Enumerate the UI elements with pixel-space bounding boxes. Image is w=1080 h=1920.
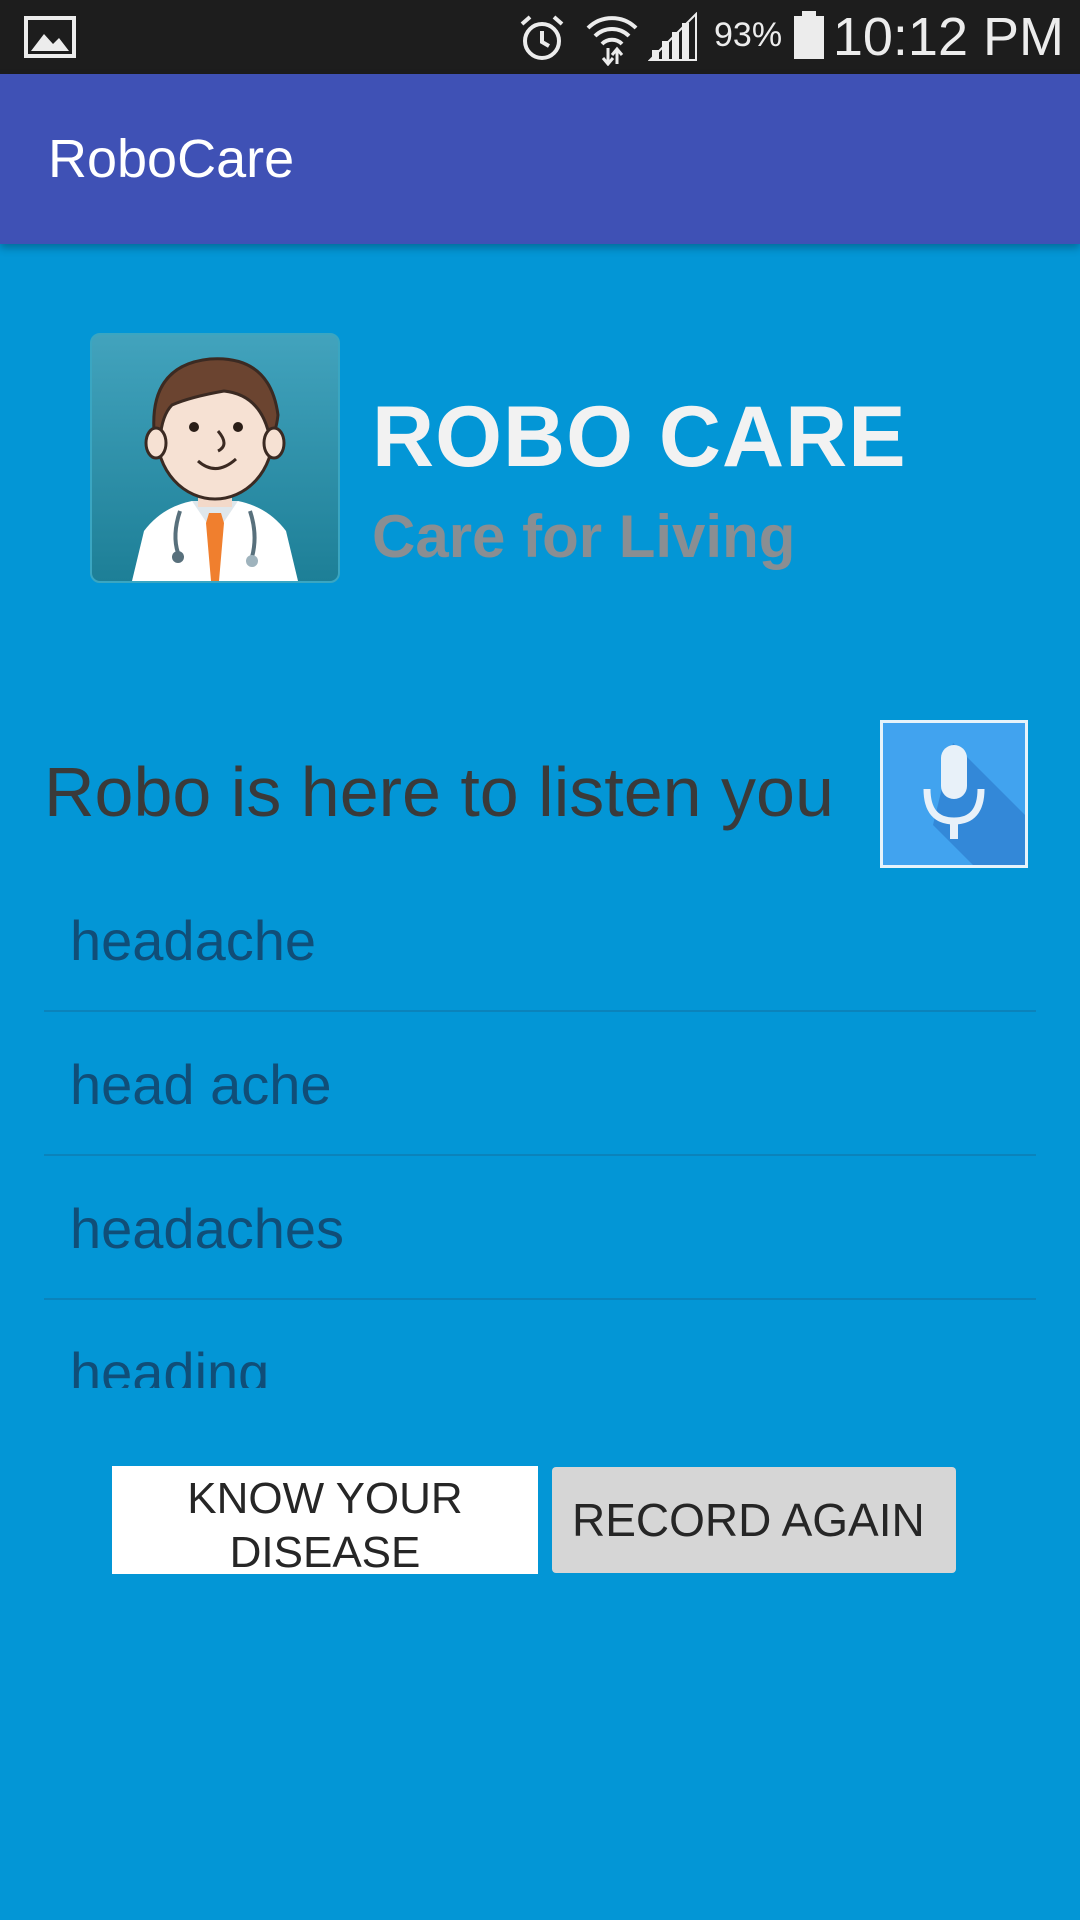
results-list[interactable]: headache head ache headaches heading (44, 868, 1036, 1388)
list-item-label: head ache (70, 1053, 332, 1116)
signal-icon (647, 11, 698, 66)
list-item-label: headaches (70, 1197, 345, 1260)
list-item-label: headache (70, 909, 317, 972)
battery-percent: 93% (714, 16, 783, 54)
status-clock: 10:12 PM (832, 7, 1064, 67)
record-again-button[interactable]: RECORD AGAIN (552, 1467, 956, 1573)
know-button-line2: DISEASE (229, 1528, 421, 1577)
list-item[interactable]: headache (44, 868, 1036, 1012)
gallery-icon (24, 16, 76, 62)
list-item[interactable]: heading (44, 1300, 1036, 1388)
wifi-icon (584, 10, 640, 70)
know-your-disease-button[interactable]: KNOW YOUR DISEASE (112, 1466, 538, 1577)
list-item[interactable]: head ache (44, 1012, 1036, 1156)
doctor-avatar-icon (90, 333, 340, 583)
microphone-button[interactable] (880, 720, 1028, 868)
list-item[interactable]: headaches (44, 1156, 1036, 1300)
brand-tagline: Care for Living (372, 503, 796, 570)
app-title: RoboCare (48, 129, 295, 189)
alarm-icon (516, 12, 568, 68)
know-button-line1: KNOW YOUR (187, 1474, 463, 1523)
listen-prompt: Robo is here to listen you (44, 753, 834, 831)
battery-icon (792, 10, 826, 64)
app-bar: RoboCare (0, 74, 1080, 244)
microphone-icon (883, 743, 1025, 865)
status-bar: 93% 10:12 PM (0, 0, 1080, 74)
brand-title: ROBO CARE (372, 389, 907, 485)
list-item-label: heading (70, 1341, 270, 1388)
